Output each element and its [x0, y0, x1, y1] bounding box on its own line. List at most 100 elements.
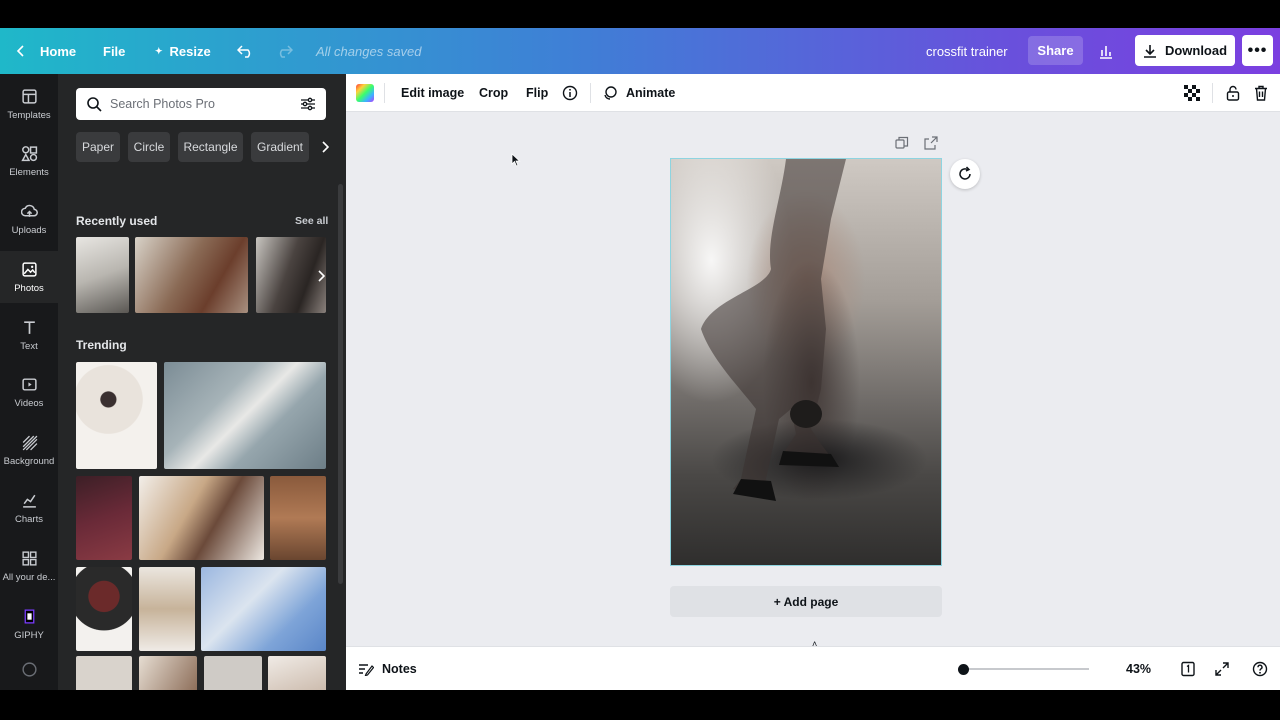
rail-label: Videos: [14, 397, 44, 409]
search-box[interactable]: Search Photos Pro: [76, 88, 326, 120]
rail-item-text[interactable]: Text: [0, 309, 58, 361]
text-icon: [23, 320, 35, 334]
lock-button[interactable]: [1226, 74, 1240, 112]
design-page[interactable]: [670, 158, 942, 566]
filter-icon[interactable]: [300, 96, 316, 112]
see-all-link[interactable]: See all: [295, 215, 328, 227]
trending-photo-10[interactable]: [139, 656, 197, 690]
trending-photo-9[interactable]: [76, 656, 132, 690]
rail-item-giphy[interactable]: GIPHY: [0, 598, 58, 650]
trending-photo-3[interactable]: [76, 476, 132, 560]
trending-photo-1[interactable]: [76, 362, 157, 469]
redo-button[interactable]: [275, 28, 293, 74]
rail-label: Elements: [9, 166, 49, 178]
rail-item-templates[interactable]: Templates: [0, 78, 58, 130]
redo-icon: [279, 45, 293, 58]
home-button[interactable]: Home: [16, 28, 76, 74]
info-button[interactable]: [562, 74, 578, 112]
chips-next-button[interactable]: [317, 132, 333, 162]
chip-paper[interactable]: Paper: [76, 132, 120, 162]
page-count-button[interactable]: [1180, 661, 1196, 680]
insights-button[interactable]: [1098, 28, 1114, 74]
rotate-button[interactable]: [950, 159, 980, 189]
divider: [384, 83, 385, 103]
save-status: All changes saved: [316, 43, 422, 59]
duplicate-icon: [895, 136, 909, 149]
add-new-page-button[interactable]: [924, 136, 938, 150]
file-label: File: [103, 43, 126, 59]
rail-item-uploads[interactable]: Uploads: [0, 193, 58, 245]
chip-rectangle[interactable]: Rectangle: [178, 132, 243, 162]
file-menu[interactable]: File: [103, 28, 125, 74]
trending-photo-5[interactable]: [270, 476, 326, 560]
trending-photo-7[interactable]: [139, 567, 195, 651]
divider: [1212, 83, 1213, 103]
search-input[interactable]: Search Photos Pro: [110, 97, 292, 111]
trending-photo-2[interactable]: [164, 362, 326, 469]
rail-item-more[interactable]: [0, 649, 58, 689]
chevron-up-icon: ˄: [812, 639, 818, 649]
search-icon: [87, 97, 102, 112]
duplicate-page-button[interactable]: [895, 136, 909, 150]
download-button[interactable]: Download: [1135, 35, 1235, 66]
share-page-icon: [924, 136, 938, 150]
left-rail: Templates Elements Uploads Photos Text V…: [0, 74, 58, 690]
rail-item-elements[interactable]: Elements: [0, 135, 58, 187]
zoom-slider-handle[interactable]: [958, 664, 969, 675]
recent-next-button[interactable]: [317, 269, 326, 287]
uploads-icon: [20, 204, 38, 217]
notes-icon: [359, 664, 374, 676]
resize-button[interactable]: ✦ Resize: [155, 28, 211, 74]
add-page-button[interactable]: + Add page: [670, 586, 942, 617]
transparency-button[interactable]: [1184, 74, 1200, 112]
color-picker-button[interactable]: [356, 74, 374, 112]
videos-icon: [21, 377, 37, 391]
chip-circle[interactable]: Circle: [128, 132, 170, 162]
rail-item-charts[interactable]: Charts: [0, 482, 58, 534]
share-button[interactable]: Share: [1028, 36, 1083, 65]
divider: [590, 83, 591, 103]
undo-button[interactable]: [237, 28, 255, 74]
edit-image-button[interactable]: Edit image: [401, 74, 464, 112]
fullscreen-button[interactable]: [1214, 661, 1230, 680]
photos-panel: Search Photos Pro Paper Circle Rectangle…: [58, 74, 346, 690]
recent-photo-1[interactable]: [76, 237, 129, 313]
help-button[interactable]: [1252, 661, 1268, 680]
photos-icon: [21, 261, 37, 277]
expand-pages-button[interactable]: ˄: [812, 639, 826, 649]
rail-item-videos[interactable]: Videos: [0, 366, 58, 418]
lock-icon: [1226, 85, 1240, 101]
crop-button[interactable]: Crop: [479, 74, 508, 112]
rail-item-photos[interactable]: Photos: [0, 251, 58, 303]
trending-photo-12[interactable]: [268, 656, 326, 690]
trending-photo-11[interactable]: [204, 656, 262, 690]
animate-icon: [604, 86, 617, 100]
zoom-level[interactable]: 43%: [1126, 647, 1151, 690]
trending-photo-8[interactable]: [201, 567, 326, 651]
giphy-icon: [24, 608, 34, 624]
animate-label: Animate: [626, 86, 676, 100]
design-canvas: + Add page: [346, 112, 1280, 656]
rail-label: Uploads: [11, 224, 47, 236]
trending-photo-6[interactable]: [76, 567, 132, 651]
elements-icon: [20, 145, 37, 161]
undo-icon: [237, 45, 251, 58]
notes-button[interactable]: Notes: [358, 647, 417, 690]
zoom-slider[interactable]: [963, 668, 1089, 670]
recent-photo-3[interactable]: [256, 237, 326, 313]
canvas-scrollbar[interactable]: [1267, 112, 1280, 646]
chip-gradient[interactable]: Gradient: [251, 132, 309, 162]
more-options-button[interactable]: •••: [1242, 35, 1273, 66]
delete-button[interactable]: [1254, 74, 1268, 112]
rail-item-all-designs[interactable]: All your de...: [0, 540, 58, 592]
rail-label: Templates: [7, 109, 51, 121]
info-icon: [562, 85, 578, 101]
rail-label: Charts: [15, 513, 43, 525]
recent-photo-2[interactable]: [135, 237, 248, 313]
editor-window: Home File ✦ Resize All changes saved cro…: [0, 28, 1280, 690]
document-title[interactable]: crossfit trainer: [926, 28, 1008, 74]
rail-item-background[interactable]: Background: [0, 424, 58, 476]
trending-photo-4[interactable]: [139, 476, 264, 560]
animate-button[interactable]: Animate: [602, 74, 675, 112]
flip-button[interactable]: Flip: [526, 74, 548, 112]
